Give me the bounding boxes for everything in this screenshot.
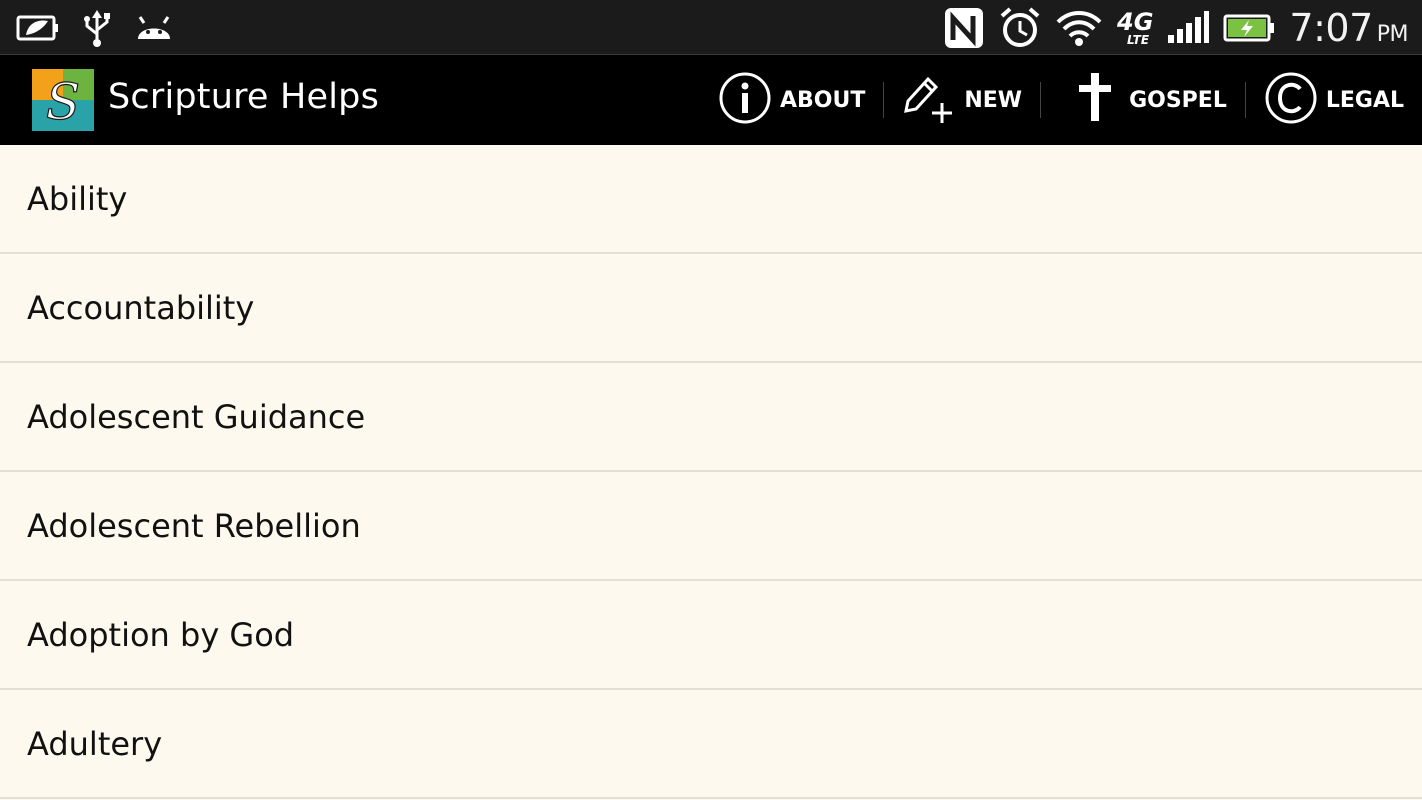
legal-button[interactable]: LEGAL xyxy=(1246,55,1422,145)
action-bar: S Scripture Helps ABOUT NEW GOSPEL LEGAL xyxy=(0,55,1422,145)
topic-list: Ability Accountability Adolescent Guidan… xyxy=(0,145,1422,799)
list-item[interactable]: Adolescent Rebellion xyxy=(0,472,1422,581)
network-type-icon: 4G LTE xyxy=(1117,7,1154,47)
about-label: ABOUT xyxy=(779,87,866,113)
status-clock: 7:07 PM xyxy=(1289,5,1408,50)
info-icon xyxy=(718,71,772,129)
gospel-label: GOSPEL xyxy=(1129,87,1227,113)
about-button[interactable]: ABOUT xyxy=(700,55,883,145)
wifi-icon xyxy=(1055,8,1103,48)
list-item[interactable]: Accountability xyxy=(0,254,1422,363)
new-note-icon xyxy=(902,71,956,129)
gospel-button[interactable]: GOSPEL xyxy=(1041,55,1245,145)
new-button[interactable]: NEW xyxy=(884,55,1040,145)
list-item[interactable]: Adoption by God xyxy=(0,581,1422,690)
signal-icon xyxy=(1167,10,1210,45)
topic-label: Adultery xyxy=(27,724,163,763)
battery-charging-icon xyxy=(1223,13,1275,43)
legal-label: LEGAL xyxy=(1325,87,1404,113)
topic-label: Adolescent Rebellion xyxy=(27,506,361,545)
app-logo[interactable]: S xyxy=(32,69,94,132)
action-buttons: ABOUT NEW GOSPEL LEGAL xyxy=(700,55,1422,145)
list-item[interactable]: Adolescent Guidance xyxy=(0,363,1422,472)
copyright-icon xyxy=(1264,71,1318,129)
svg-text:S: S xyxy=(46,73,80,131)
topic-label: Adoption by God xyxy=(27,615,295,654)
list-item[interactable]: Ability xyxy=(0,145,1422,254)
app-title: Scripture Helps xyxy=(108,77,380,117)
new-label: NEW xyxy=(964,87,1023,113)
status-bar: 4G LTE 7:07 PM xyxy=(0,0,1422,55)
alarm-icon xyxy=(999,6,1041,50)
usb-icon xyxy=(82,8,112,48)
list-item[interactable]: Adultery xyxy=(0,690,1422,799)
topic-label: Ability xyxy=(27,179,128,218)
nfc-icon xyxy=(943,6,985,50)
power-saver-icon xyxy=(16,13,60,43)
cross-icon xyxy=(1075,71,1115,129)
android-debug-icon xyxy=(134,13,174,43)
topic-label: Adolescent Guidance xyxy=(27,397,366,436)
topic-label: Accountability xyxy=(27,288,255,327)
